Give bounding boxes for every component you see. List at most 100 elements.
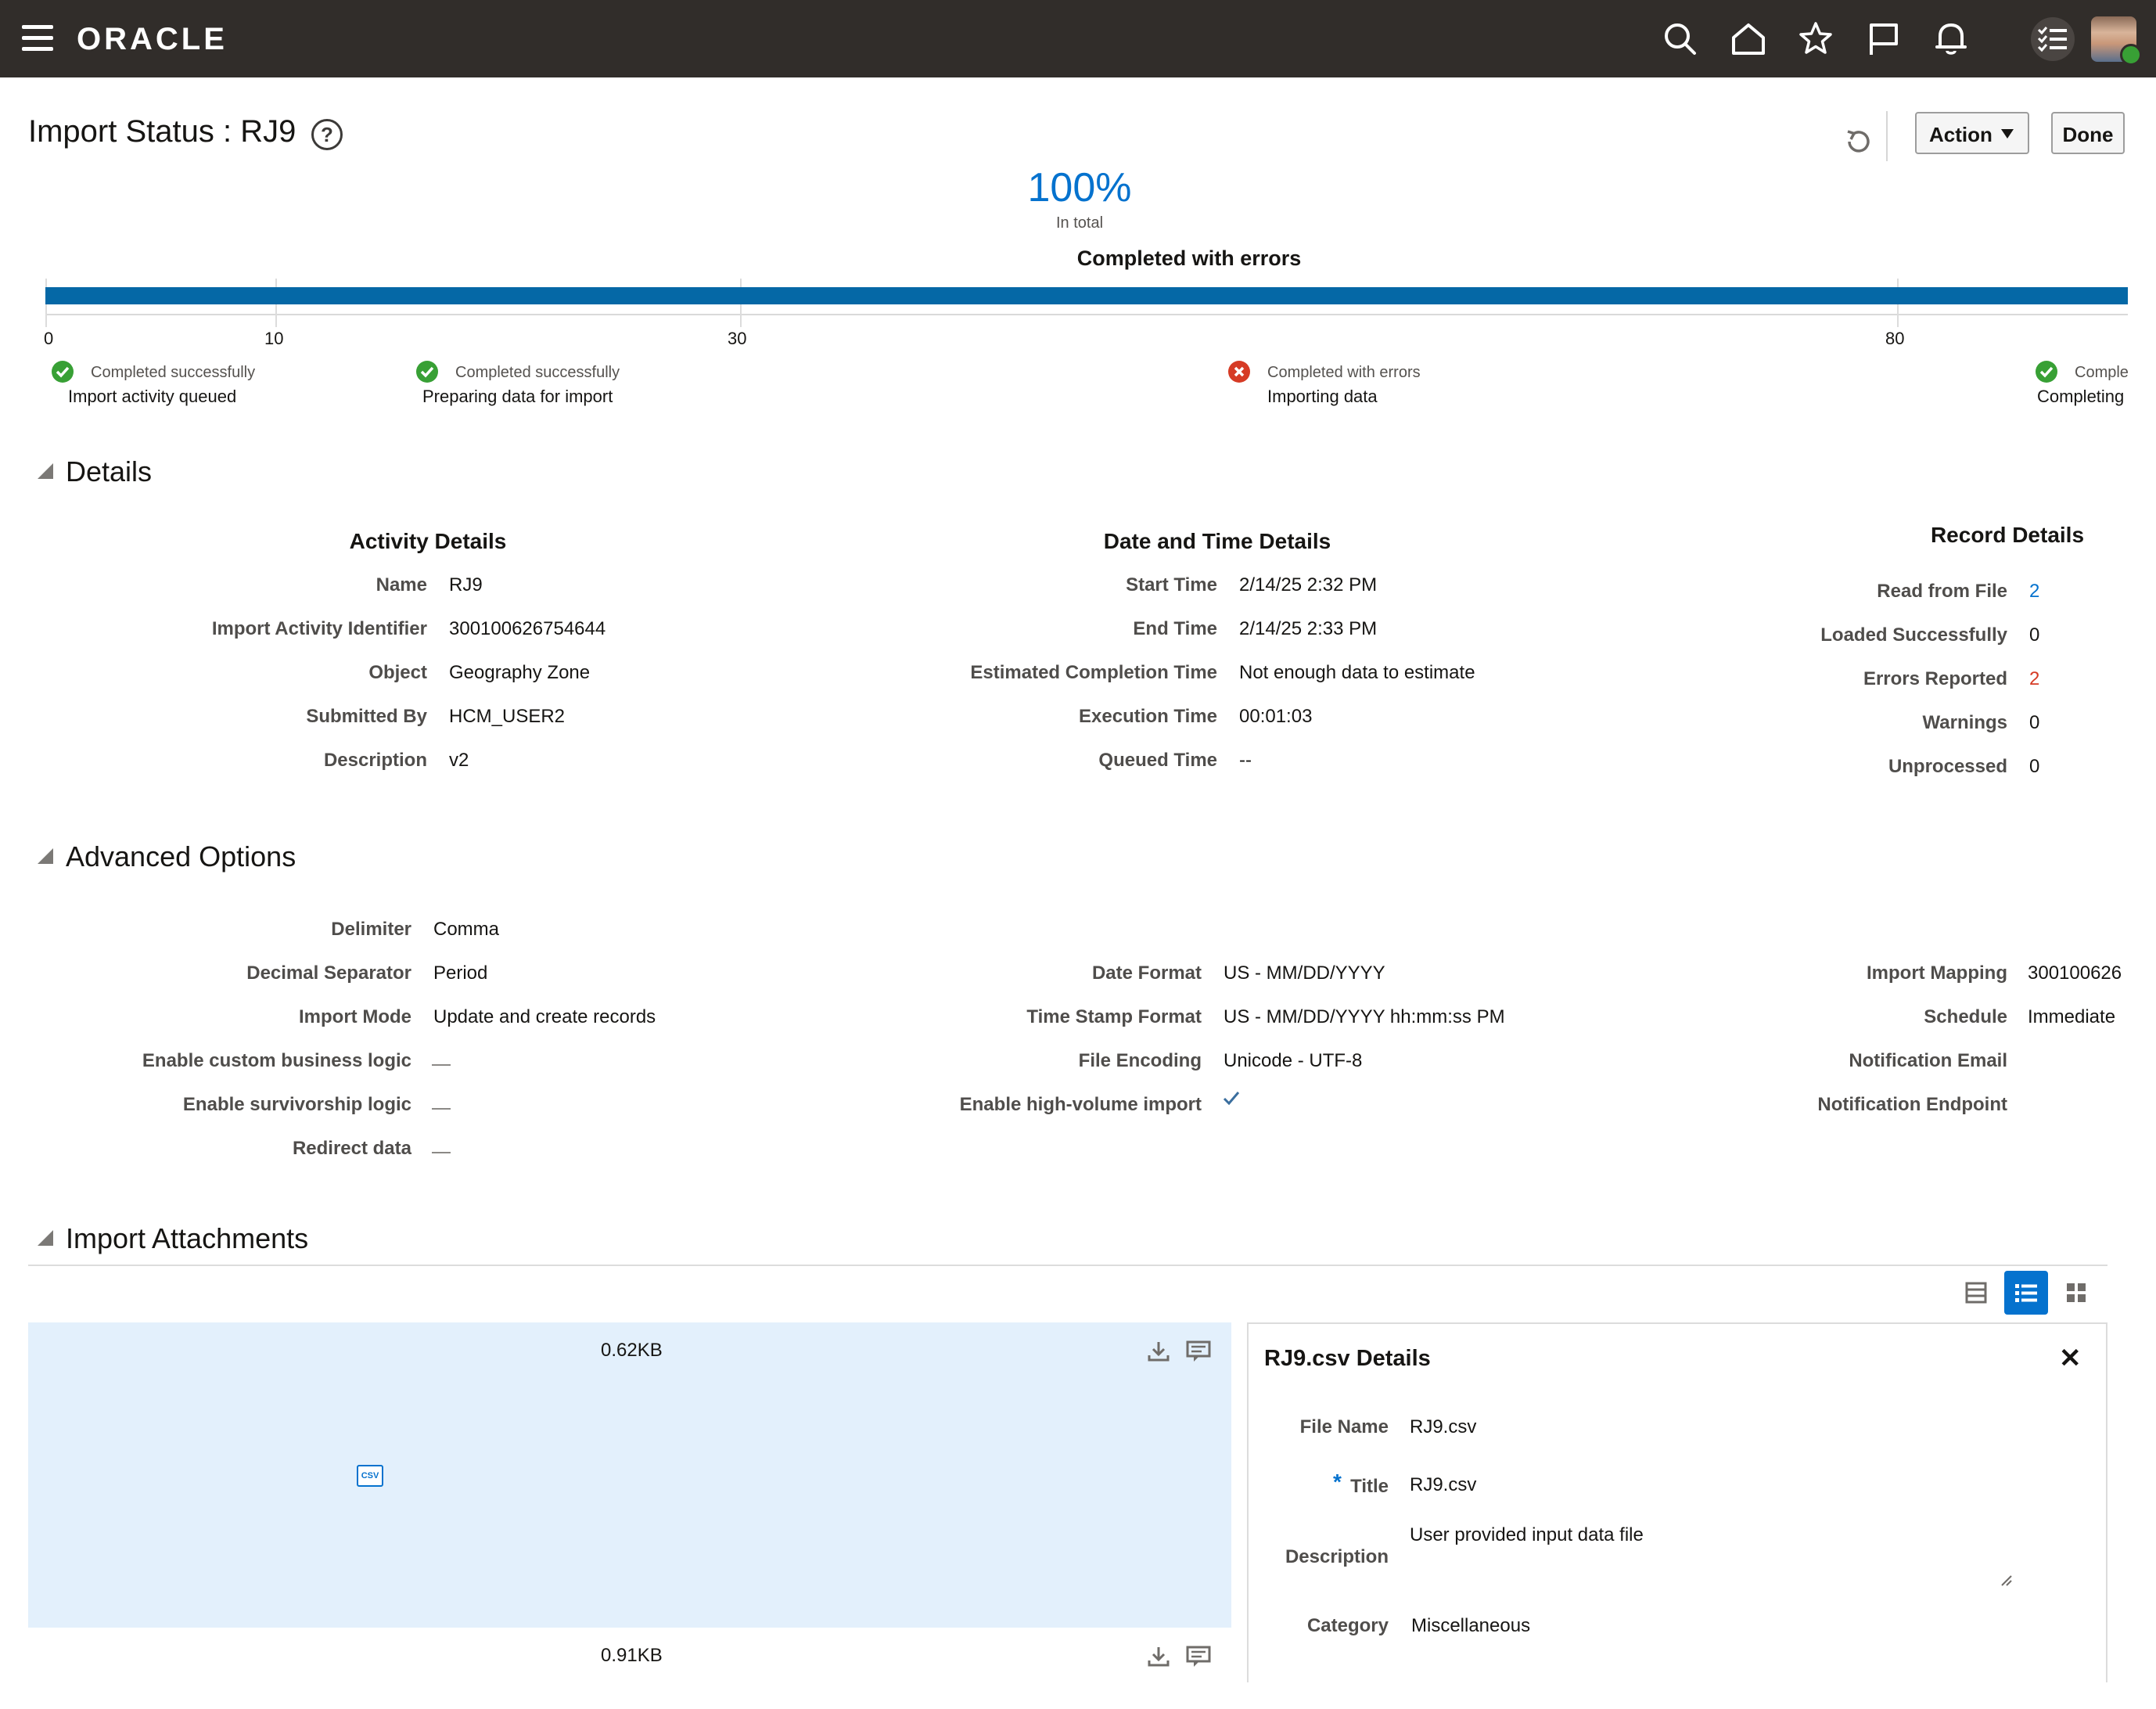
description-textarea[interactable]: User provided input data file (1410, 1524, 1644, 1546)
refresh-icon[interactable] (1843, 127, 1873, 157)
field-value: US - MM/DD/YYYY hh:mm:ss PM (1224, 1006, 1505, 1027)
unchecked-indicator (432, 1108, 451, 1110)
chevron-down-icon (2001, 129, 2014, 139)
field-label: Category (1306, 1615, 1389, 1636)
download-icon[interactable] (1147, 1645, 1170, 1668)
field-label: File Name (1299, 1416, 1389, 1437)
field-value: 2/14/25 2:32 PM (1239, 574, 1378, 595)
home-icon[interactable] (1730, 22, 1766, 56)
field-label: Import Mapping (1867, 962, 2007, 984)
field-value: Unicode - UTF-8 (1224, 1050, 1363, 1071)
field-label: Estimated Completion Time (970, 662, 1217, 683)
field-label: Execution Time (1079, 706, 1217, 727)
table-view-button[interactable] (1954, 1271, 1998, 1315)
field-label: Loaded Successfully (1820, 624, 2007, 646)
collapse-triangle-icon[interactable] (38, 463, 53, 479)
field-value: 0 (2029, 624, 2040, 646)
success-check-icon (416, 361, 438, 383)
success-check-icon (52, 361, 74, 383)
file-size: 0.91KB (601, 1645, 663, 1666)
section-title-import-attachments[interactable]: Import Attachments (66, 1222, 308, 1255)
collapse-triangle-icon[interactable] (38, 848, 53, 864)
oracle-logo[interactable]: ORACLE (77, 22, 228, 57)
field-value: HCM_USER2 (449, 706, 566, 727)
field-value: US - MM/DD/YYYY (1224, 962, 1385, 984)
table-view-icon (1965, 1282, 1987, 1304)
done-button[interactable]: Done (2051, 112, 2125, 154)
field-label: Read from File (1877, 581, 2007, 602)
field-value: RJ9 (449, 574, 483, 595)
field-label: Errors Reported (1863, 668, 2007, 689)
stage-name: Import activity queued (68, 387, 237, 406)
presence-status-icon (2120, 44, 2142, 66)
close-icon[interactable]: ✕ (2059, 1343, 2082, 1374)
field-label: Warnings (1922, 712, 2007, 733)
field-label: Time Stamp Format (1026, 1006, 1202, 1027)
progress-tick-label: 80 (1885, 329, 1905, 348)
action-menu-button[interactable]: Action (1915, 112, 2029, 154)
field-value: Immediate (2028, 1006, 2116, 1027)
tasks-icon[interactable] (2031, 17, 2075, 61)
field-label: Description (323, 750, 427, 771)
menu-icon[interactable] (22, 25, 53, 52)
activity-details-title: Activity Details (349, 529, 507, 553)
field-label: Description (1285, 1546, 1389, 1567)
checkmark-icon (1223, 1092, 1240, 1106)
progress-tick-label: 0 (44, 329, 54, 348)
progress-tick-label: 10 (264, 329, 284, 348)
csv-file-icon[interactable]: CSV (357, 1465, 383, 1487)
details-icon[interactable] (1186, 1340, 1211, 1363)
help-icon[interactable]: ? (311, 119, 343, 150)
file-size: 0.62KB (601, 1340, 663, 1361)
field-label: Queued Time (1098, 750, 1217, 771)
field-value: Not enough data to estimate (1239, 662, 1475, 683)
collapse-triangle-icon[interactable] (38, 1230, 53, 1246)
progress-subtitle: In total (1055, 214, 1104, 232)
file-name-value: RJ9.csv (1410, 1416, 1477, 1437)
field-label: Schedule (1924, 1006, 2007, 1027)
stage-name: Completing (2037, 387, 2125, 406)
list-view-icon (2015, 1284, 2037, 1302)
field-label: Delimiter (331, 919, 411, 940)
notifications-icon[interactable] (1934, 20, 1968, 56)
flag-icon[interactable] (1867, 22, 1899, 56)
progress-status: Completed with errors (1076, 246, 1302, 270)
field-label: Notification Endpoint (1817, 1094, 2007, 1115)
field-value: Update and create records (433, 1006, 656, 1027)
title-input[interactable]: RJ9.csv (1410, 1474, 1476, 1496)
field-value: Period (433, 962, 488, 984)
grid-view-button[interactable] (2054, 1271, 2098, 1315)
field-label: Start Time (1126, 574, 1217, 595)
attachment-item-selected[interactable] (28, 1322, 1231, 1628)
field-label: Date Format (1091, 962, 1202, 984)
field-label: File Encoding (1078, 1050, 1202, 1071)
success-check-icon (2036, 361, 2057, 383)
stage-name: Preparing data for import (422, 387, 613, 406)
action-label: Action (1929, 123, 1993, 146)
section-title-advanced-options[interactable]: Advanced Options (66, 840, 296, 873)
field-label: Notification Email (1849, 1050, 2007, 1071)
field-label: Enable high-volume import (959, 1094, 1202, 1115)
download-icon[interactable] (1147, 1340, 1170, 1363)
record-errors-link[interactable]: 2 (2029, 668, 2039, 690)
global-header: ORACLE (0, 0, 2156, 77)
field-label: Title (1350, 1476, 1389, 1497)
required-indicator: * (1333, 1470, 1342, 1494)
toolbar-separator (1886, 111, 1888, 161)
details-icon[interactable] (1186, 1645, 1211, 1668)
field-value: v2 (449, 750, 469, 771)
record-read-link[interactable]: 2 (2029, 581, 2039, 603)
field-value: 00:01:03 (1239, 706, 1313, 727)
error-icon (1228, 361, 1250, 383)
list-view-button[interactable] (2004, 1271, 2048, 1315)
datetime-details-title: Date and Time Details (1103, 529, 1331, 553)
favorites-icon[interactable] (1798, 20, 1834, 56)
field-label: Submitted By (306, 706, 427, 727)
field-value: 0 (2029, 756, 2040, 777)
search-icon[interactable] (1663, 22, 1698, 56)
page-title: Import Status : RJ9 (28, 114, 296, 149)
resize-handle-icon[interactable] (1999, 1573, 2013, 1587)
field-value: -- (1239, 750, 1252, 771)
field-value: 300100626 (2028, 962, 2122, 984)
section-title-details[interactable]: Details (66, 455, 152, 488)
